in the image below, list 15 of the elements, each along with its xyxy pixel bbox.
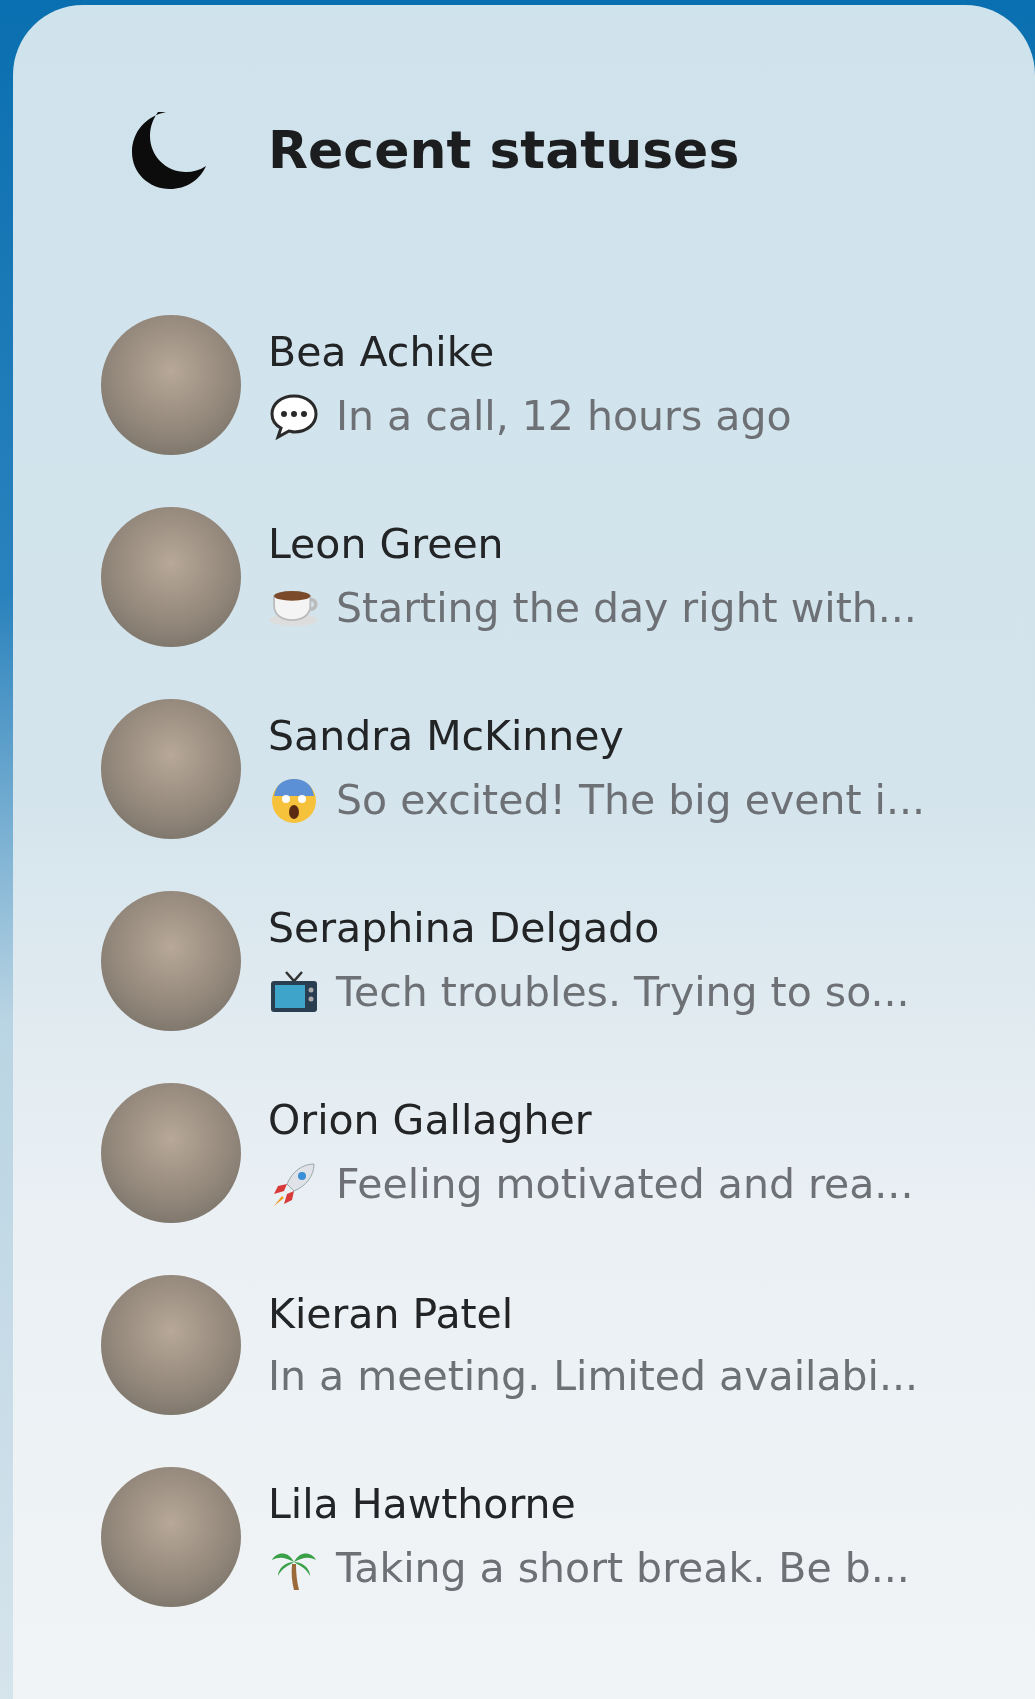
person-name: Orion Gallagher [268, 1096, 593, 1144]
status-text: Starting the day right with... [336, 584, 917, 632]
person-name: Seraphina Delgado [268, 904, 661, 952]
status-text: In a call, 12 hours ago [336, 392, 792, 440]
status-text: Feeling motivated and rea... [336, 1160, 914, 1208]
widget-title: Recent statuses [268, 120, 740, 180]
person-name: Leon Green [268, 520, 505, 568]
person-name: Kieran Patel [268, 1290, 515, 1338]
status-text: Taking a short break. Be b... [336, 1544, 910, 1592]
status-text: Tech troubles. Trying to so... [336, 968, 910, 1016]
person-name: Lila Hawthorne [268, 1480, 577, 1528]
status-text: So excited! The big event i... [336, 776, 925, 824]
status-text: In a meeting. Limited availabi... [268, 1352, 919, 1400]
person-name: Sandra McKinney [268, 712, 625, 760]
person-name: Bea Achike [268, 328, 496, 376]
